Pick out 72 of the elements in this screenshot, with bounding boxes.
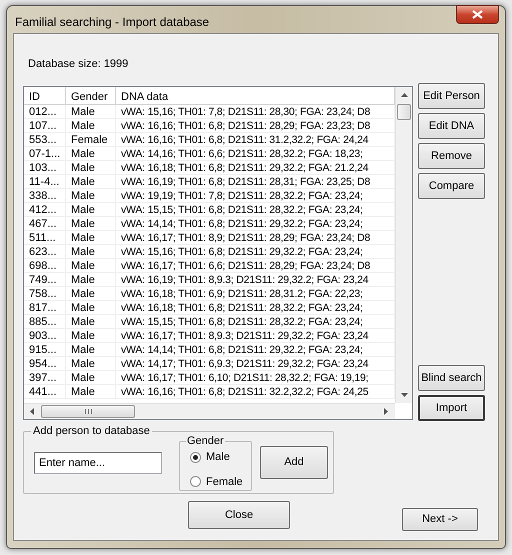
table-cell: Male (66, 287, 116, 300)
action-button[interactable]: Edit DNA (418, 113, 485, 139)
table-cell: Male (66, 231, 116, 244)
table-cell: Male (66, 105, 116, 118)
table-cell: Male (66, 161, 116, 174)
close-dialog-button[interactable]: Close (188, 501, 290, 529)
radio-button[interactable] (190, 476, 201, 488)
column-header[interactable]: ID (24, 87, 66, 104)
table-cell: 758... (24, 287, 66, 300)
table-cell: 397... (24, 371, 66, 384)
add-button[interactable]: Add (260, 446, 328, 479)
action-button[interactable]: Remove (418, 143, 485, 169)
table-cell: Male (66, 203, 116, 216)
table-cell: 749... (24, 273, 66, 286)
scroll-right-icon (384, 408, 388, 415)
grip-icon (84, 409, 92, 414)
table-cell: Male (66, 385, 116, 398)
table-cell: Male (66, 357, 116, 370)
close-icon (472, 10, 483, 19)
radio-label[interactable]: Male (206, 449, 230, 466)
column-header[interactable]: Gender (66, 87, 116, 104)
database-size-label: Database size: 1999 (28, 57, 128, 72)
table-cell: 107... (24, 119, 66, 132)
table-cell: Male (66, 175, 116, 188)
table-cell: 412... (24, 203, 66, 216)
table-cell: 338... (24, 189, 66, 202)
table-cell: Male (66, 329, 116, 342)
table-cell: 103... (24, 161, 66, 174)
table-cell: 885... (24, 315, 66, 328)
table-cell: Male (66, 245, 116, 258)
radio-button[interactable] (190, 452, 201, 463)
table-cell: Female (66, 133, 116, 146)
name-field[interactable]: Enter name... (34, 452, 162, 474)
scrollbar-thumb[interactable] (397, 104, 411, 120)
table-cell: 012... (24, 105, 66, 118)
table-cell: 817... (24, 301, 66, 314)
table-cell: 698... (24, 259, 66, 272)
action-button[interactable]: Edit Person (418, 83, 485, 109)
table-cell: 553... (24, 133, 66, 146)
action-button[interactable]: Compare (418, 173, 485, 199)
scroll-down-icon (401, 393, 408, 397)
table-cell: 903... (24, 329, 66, 342)
table-cell: Male (66, 147, 116, 160)
group-title: Add person to database (31, 423, 152, 440)
action-button[interactable]: Blind search (418, 365, 485, 391)
horizontal-scrollbar[interactable] (24, 403, 395, 419)
table-cell: 07-1... (24, 147, 66, 160)
window-title: Familial searching - Import database (15, 14, 210, 31)
table-cell: 915... (24, 343, 66, 356)
table-cell: Male (66, 301, 116, 314)
table-cell: Male (66, 371, 116, 384)
scroll-up-icon (401, 93, 408, 97)
scroll-left-icon (30, 408, 34, 415)
close-button[interactable] (456, 5, 499, 24)
table-cell: 954... (24, 357, 66, 370)
table-cell: 511... (24, 231, 66, 244)
table-cell: 441... (24, 385, 66, 398)
next-button[interactable]: Next -> (402, 508, 478, 531)
table-cell: 11-4... (24, 175, 66, 188)
scrollbar-thumb[interactable] (41, 405, 135, 418)
table-cell: Male (66, 343, 116, 356)
table-cell: Male (66, 119, 116, 132)
table-cell: Male (66, 189, 116, 202)
action-button[interactable]: Import (418, 395, 485, 421)
table-cell: Male (66, 217, 116, 230)
radio-label[interactable]: Female (206, 474, 243, 490)
table-cell: 467... (24, 217, 66, 230)
table-cell: Male (66, 259, 116, 272)
vertical-scrollbar[interactable] (395, 87, 412, 403)
table-cell: Male (66, 315, 116, 328)
table-cell: Male (66, 273, 116, 286)
table-cell: 623... (24, 245, 66, 258)
